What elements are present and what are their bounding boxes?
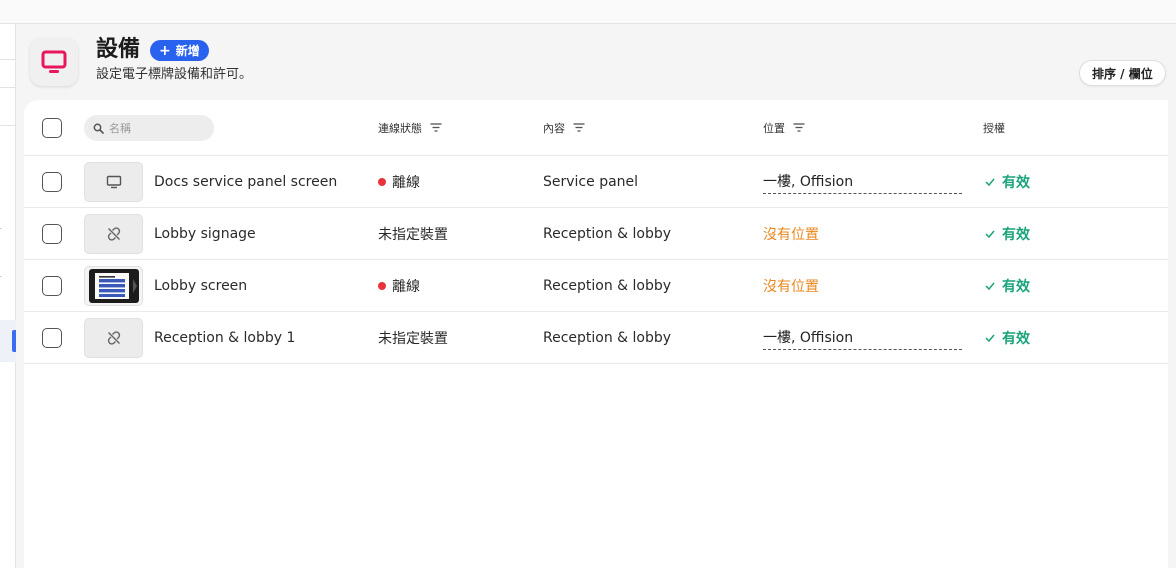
row-checkbox[interactable] — [42, 275, 62, 296]
license-status: 有效 — [985, 328, 1030, 348]
device-location-missing[interactable]: 沒有位置 — [763, 224, 819, 244]
row-select-cell — [42, 156, 62, 207]
check-icon — [985, 334, 995, 342]
device-location[interactable]: 一樓, Offision — [763, 326, 962, 350]
filter-icon[interactable] — [573, 123, 585, 132]
content-column-cell: 內容 — [543, 100, 585, 155]
unlinked-icon — [107, 227, 120, 241]
row-checkbox[interactable] — [42, 223, 62, 244]
row-checkbox[interactable] — [42, 171, 62, 192]
license-label: 有效 — [1002, 174, 1030, 191]
row-select-cell — [42, 312, 62, 363]
page-title: 設備 — [96, 37, 141, 62]
table-row[interactable]: Docs service panel screen 離線 Service pan… — [24, 156, 1168, 208]
device-content[interactable]: Service panel — [543, 174, 638, 190]
device-name[interactable]: Lobby signage — [154, 226, 256, 242]
device-thumbnail — [84, 318, 143, 358]
sidebar-divider — [0, 87, 16, 88]
connection-status-label: 未指定裝置 — [378, 330, 448, 347]
add-device-label: 新增 — [175, 44, 200, 58]
monitor-icon — [106, 175, 121, 189]
row-checkbox[interactable] — [42, 327, 62, 348]
device-thumbnail — [84, 162, 143, 202]
add-device-button[interactable]: + 新增 — [150, 40, 209, 61]
sidebar-active-indicator — [12, 330, 16, 352]
connection-status: 離線 — [378, 172, 420, 192]
top-bar — [0, 0, 1176, 24]
license-status: 有效 — [985, 172, 1030, 192]
page-subtitle: 設定電子標牌設備和許可。 — [96, 67, 253, 82]
connection-status-label: 離線 — [392, 174, 420, 191]
name-search[interactable] — [84, 115, 214, 141]
check-icon — [985, 230, 995, 238]
status-column-label: 連線狀態 — [378, 121, 422, 135]
license-column-cell: 授權 — [983, 100, 1005, 155]
select-all-checkbox[interactable] — [42, 117, 62, 138]
device-thumbnail — [84, 266, 143, 306]
sort-columns-button[interactable]: 排序 / 欄位 — [1079, 60, 1166, 86]
device-location-missing[interactable]: 沒有位置 — [763, 276, 819, 296]
filter-icon[interactable] — [793, 123, 805, 132]
status-column-header[interactable]: 連線狀態 — [378, 120, 442, 136]
devices-page-icon — [30, 38, 78, 86]
table-header: 連線狀態 內容 位置 授權 — [24, 100, 1168, 156]
device-content[interactable]: Reception & lobby — [543, 330, 671, 346]
row-select-cell — [42, 208, 62, 259]
license-status: 有效 — [985, 276, 1030, 296]
location-column-label: 位置 — [763, 121, 785, 135]
unlinked-icon — [107, 331, 120, 345]
sidebar-divider — [0, 59, 16, 60]
location-column-header[interactable]: 位置 — [763, 120, 805, 136]
content-column-header[interactable]: 內容 — [543, 120, 585, 136]
device-location[interactable]: 一樓, Offision — [763, 170, 962, 194]
location-column-cell: 位置 — [763, 100, 805, 155]
device-content[interactable]: Reception & lobby — [543, 278, 671, 294]
check-icon — [985, 178, 995, 186]
device-content[interactable]: Reception & lobby — [543, 226, 671, 242]
license-label: 有效 — [1002, 226, 1030, 243]
license-status: 有效 — [985, 224, 1030, 244]
sidebar-tick — [0, 228, 2, 229]
connection-status: 未指定裝置 — [378, 224, 448, 244]
device-name[interactable]: Reception & lobby 1 — [154, 330, 295, 346]
offline-dot-icon — [378, 281, 386, 290]
device-thumbnail — [84, 214, 143, 254]
sidebar-collapsed — [0, 24, 16, 568]
plus-icon: + — [159, 42, 171, 59]
status-column-cell: 連線狀態 — [378, 100, 442, 155]
sidebar-divider — [0, 125, 16, 126]
table-row[interactable]: Lobby screen 離線 Reception & lobby 沒有位置 有… — [24, 260, 1168, 312]
device-name[interactable]: Docs service panel screen — [154, 174, 337, 190]
license-label: 有效 — [1002, 278, 1030, 295]
connection-status-label: 離線 — [392, 278, 420, 295]
name-search-input[interactable] — [109, 121, 205, 135]
sidebar-tick — [0, 276, 2, 277]
connection-status: 離線 — [378, 276, 420, 296]
monitor-icon — [41, 50, 67, 73]
table-row[interactable]: Lobby signage 未指定裝置 Reception & lobby 沒有… — [24, 208, 1168, 260]
content-column-label: 內容 — [543, 121, 565, 135]
row-select-cell — [42, 260, 62, 311]
connection-status: 未指定裝置 — [378, 328, 448, 348]
device-name[interactable]: Lobby screen — [154, 278, 247, 294]
offline-dot-icon — [378, 177, 386, 186]
filter-icon[interactable] — [430, 123, 442, 132]
search-icon — [93, 123, 104, 134]
table-row[interactable]: Reception & lobby 1 未指定裝置 Reception & lo… — [24, 312, 1168, 364]
devices-table: 連線狀態 內容 位置 授權 Docs service panel screen … — [24, 100, 1168, 568]
connection-status-label: 未指定裝置 — [378, 226, 448, 243]
license-label: 有效 — [1002, 330, 1030, 347]
license-column-header: 授權 — [983, 121, 1005, 135]
tablet-preview-icon — [88, 269, 139, 303]
select-all-cell — [42, 100, 62, 155]
check-icon — [985, 282, 995, 290]
